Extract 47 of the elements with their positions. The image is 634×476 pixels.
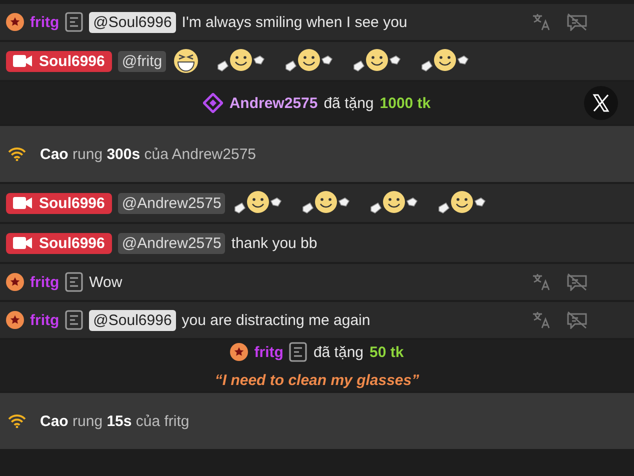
- username[interactable]: fritg: [30, 274, 60, 290]
- mention-tag[interactable]: @Soul6996: [89, 310, 176, 330]
- gift-amount: 1000 tk: [380, 94, 431, 112]
- username[interactable]: fritg: [30, 312, 60, 328]
- hide-message-icon[interactable]: [566, 273, 588, 291]
- gift-note: “I need to clean my glasses”: [214, 372, 420, 389]
- star-badge-icon: [6, 13, 24, 31]
- username[interactable]: fritg: [254, 344, 284, 360]
- mention-tag[interactable]: @fritg: [118, 50, 166, 72]
- message-text: thank you bb: [231, 234, 318, 252]
- star-badge-icon: [230, 343, 248, 361]
- vibration-text: Cao rung 300s của Andrew2575: [40, 146, 256, 162]
- laughing-emoji-icon: [172, 47, 200, 75]
- wifi-icon: [8, 147, 26, 161]
- mention-tag[interactable]: @Andrew2575: [118, 232, 226, 254]
- hide-message-icon[interactable]: [566, 13, 588, 31]
- translate-icon[interactable]: [532, 13, 552, 31]
- x-logo-icon: [592, 94, 610, 112]
- host-badge[interactable]: Soul6996: [6, 50, 112, 72]
- hide-message-icon[interactable]: [566, 311, 588, 329]
- mention-tag[interactable]: @Soul6996: [89, 12, 176, 32]
- host-badge[interactable]: Soul6996: [6, 232, 112, 254]
- wifi-icon: [8, 414, 26, 428]
- document-icon: [65, 272, 84, 292]
- gift-text: đã tặng: [313, 344, 364, 360]
- message-text: Wow: [89, 274, 122, 290]
- host-badge[interactable]: Soul6996: [6, 192, 112, 214]
- close-button[interactable]: [584, 86, 618, 120]
- document-icon: [65, 310, 84, 330]
- translate-icon[interactable]: [532, 311, 552, 329]
- username[interactable]: fritg: [30, 14, 60, 30]
- camera-icon: [13, 196, 33, 210]
- diamond-icon: [203, 93, 224, 113]
- document-icon: [289, 342, 308, 362]
- vibration-text: Cao rung 15s của fritg: [40, 412, 190, 430]
- message-text: you are distracting me again: [182, 312, 370, 328]
- translate-icon[interactable]: [532, 273, 552, 291]
- mention-tag[interactable]: @Andrew2575: [118, 192, 226, 214]
- document-icon: [65, 12, 84, 32]
- gift-amount: 50 tk: [370, 344, 404, 360]
- star-badge-icon: [6, 311, 24, 329]
- username[interactable]: Andrew2575: [229, 94, 318, 112]
- gift-text: đã tặng: [324, 94, 374, 112]
- message-text: I'm always smiling when I see you: [182, 14, 408, 30]
- camera-icon: [13, 236, 33, 250]
- camera-icon: [13, 54, 33, 68]
- star-badge-icon: [6, 273, 24, 291]
